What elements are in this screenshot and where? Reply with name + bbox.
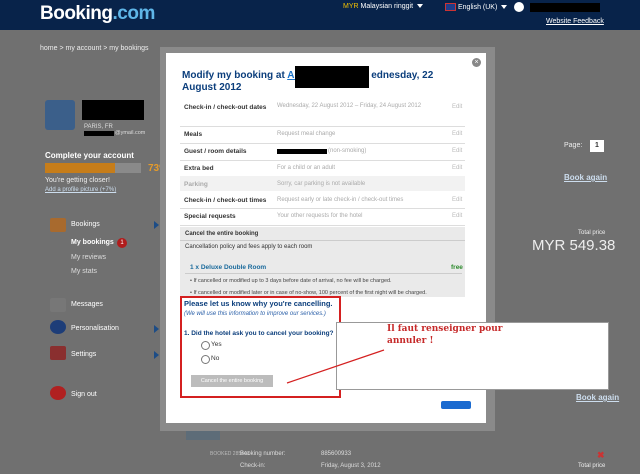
profile-city: PARIS, FR xyxy=(84,124,113,130)
row-label: Guest / room details xyxy=(184,148,247,155)
annotation-line-2: annuler ! xyxy=(387,336,434,346)
policy-text: If cancelled or modified up to 3 days be… xyxy=(193,278,392,284)
cancel-question: 1. Did the hotel ask you to cancel your … xyxy=(184,330,334,337)
chevron-right-icon xyxy=(154,325,159,333)
avatar xyxy=(45,100,75,130)
row-value: Sorry, car parking is not available xyxy=(277,181,366,187)
add-profile-picture-link[interactable]: Add a profile picture (+7%) xyxy=(45,187,116,193)
user-icon[interactable] xyxy=(514,2,524,12)
booking-logo[interactable]: Booking.com xyxy=(40,3,155,25)
logo-ext: .com xyxy=(112,3,156,24)
chevron-right-icon xyxy=(154,351,159,359)
profile-email-suffix: @ymail.com xyxy=(115,130,146,136)
row-label: Extra bed xyxy=(184,165,214,172)
yes-label[interactable]: Yes xyxy=(211,341,222,348)
breadcrumb[interactable]: home > my account > my bookings xyxy=(40,45,149,52)
row-value: For a child or an adult xyxy=(277,165,336,171)
complete-account-title: Complete your account xyxy=(45,151,134,160)
book-again-link[interactable]: Book again xyxy=(564,173,607,182)
row-value: Request meal change xyxy=(277,131,336,137)
chevron-down-icon xyxy=(501,5,508,9)
language-selector[interactable]: English (UK) xyxy=(445,3,508,11)
yes-radio[interactable] xyxy=(201,341,210,350)
booking-number: 885600933 xyxy=(321,451,352,457)
page-label: Page: xyxy=(564,142,583,149)
edit-link[interactable]: Edit xyxy=(452,197,462,203)
divider xyxy=(185,273,462,274)
settings-icon xyxy=(50,346,66,360)
edit-link[interactable]: Edit xyxy=(452,104,462,110)
row-label: Check-in / check-out times xyxy=(184,197,267,204)
redacted-guest xyxy=(277,149,327,154)
modal-blue-button[interactable] xyxy=(441,401,471,409)
row-label: Meals xyxy=(184,131,203,138)
power-icon xyxy=(50,386,66,400)
room-name: 1 x Deluxe Double Room xyxy=(190,264,267,271)
total-price-label: Total price xyxy=(578,230,606,236)
total-price-value: MYR 549.38 xyxy=(532,237,616,254)
sidebar-item-messages[interactable]: Messages xyxy=(71,301,103,308)
annotation-text: Il faut renseigner pour annuler ! xyxy=(387,323,503,347)
no-label[interactable]: No xyxy=(211,355,219,362)
row-value: (non-smoking) xyxy=(328,148,367,154)
sidebar-item-personalisation[interactable]: Personalisation xyxy=(71,325,119,332)
row-label: Special requests xyxy=(184,213,236,220)
divider xyxy=(180,240,465,241)
messages-icon xyxy=(50,298,66,312)
row-value: Your other requests for the hotel xyxy=(277,213,363,219)
sidebar-item-bookings[interactable]: Bookings xyxy=(71,221,100,228)
flag-icon xyxy=(445,3,456,11)
row-value: Request early or late check-in / check-o… xyxy=(277,197,404,203)
cancel-booking-button[interactable]: Cancel the entire booking xyxy=(191,375,273,387)
modal-title-prefix: Modify my booking at xyxy=(182,70,288,81)
chevron-down-icon xyxy=(417,4,424,9)
booking-number-label: Booking number: xyxy=(240,451,286,457)
cancel-reason-subtitle: (We will use this information to improve… xyxy=(184,311,326,317)
getting-closer-text: You're getting closer! xyxy=(45,177,110,184)
annotation-line-1: Il faut renseigner pour xyxy=(387,324,503,334)
redacted-username[interactable] xyxy=(530,3,600,12)
sidebar-item-settings[interactable]: Settings xyxy=(71,351,96,358)
currency-code: MYR xyxy=(343,3,359,10)
close-icon[interactable]: ✖ xyxy=(597,450,605,461)
account-progress-fill xyxy=(45,163,116,173)
cancel-reason-title: Please let us know why you're cancelling… xyxy=(184,299,333,308)
sidebar-item-my-reviews[interactable]: My reviews xyxy=(71,254,106,261)
redacted-name xyxy=(82,100,144,120)
cancel-section xyxy=(180,227,465,297)
row-value: Wednesday, 22 August 2012 – Friday, 24 A… xyxy=(277,103,422,109)
redacted-email xyxy=(84,131,114,136)
cancel-section-title: Cancel the entire booking xyxy=(185,231,259,237)
cancellation-policy-text: Cancellation policy and fees apply to ea… xyxy=(185,244,313,250)
row-label: Check-in / check-out dates xyxy=(184,104,267,111)
logo-main: Booking xyxy=(40,3,113,24)
book-again-link-2[interactable]: Book again xyxy=(576,393,619,402)
sidebar-item-my-stats[interactable]: My stats xyxy=(71,268,97,275)
checkin-label: Check-in: xyxy=(240,463,266,469)
edit-link[interactable]: Edit xyxy=(452,165,462,171)
sidebar-item-my-bookings[interactable]: My bookings xyxy=(71,239,114,246)
no-radio[interactable] xyxy=(201,355,210,364)
edit-link[interactable]: Edit xyxy=(452,213,462,219)
room-fee: free xyxy=(451,264,463,271)
edit-link[interactable]: Edit xyxy=(452,148,462,154)
policy-item: • If cancelled or modified up to 3 days … xyxy=(190,278,392,284)
currency-selector[interactable]: MYR Malaysian ringgit xyxy=(343,3,424,10)
language-label: English (UK) xyxy=(458,3,498,11)
bookings-count-badge: 1 xyxy=(117,238,127,248)
chevron-right-icon xyxy=(154,221,159,229)
redacted-hotel-name xyxy=(295,66,369,88)
total-price-label-2: Total price xyxy=(578,463,606,469)
checkin-value: Friday, August 3, 2012 xyxy=(321,463,381,469)
website-feedback-link[interactable]: Website Feedback xyxy=(546,18,604,25)
sidebar-item-sign-out[interactable]: Sign out xyxy=(71,391,97,398)
person-icon xyxy=(50,320,66,334)
currency-name: Malaysian ringgit xyxy=(360,3,414,10)
suitcase-icon xyxy=(50,218,66,232)
row-label: Parking xyxy=(184,181,208,188)
page-number[interactable]: 1 xyxy=(590,140,604,152)
edit-link[interactable]: Edit xyxy=(452,131,462,137)
close-icon[interactable]: × xyxy=(472,58,481,67)
